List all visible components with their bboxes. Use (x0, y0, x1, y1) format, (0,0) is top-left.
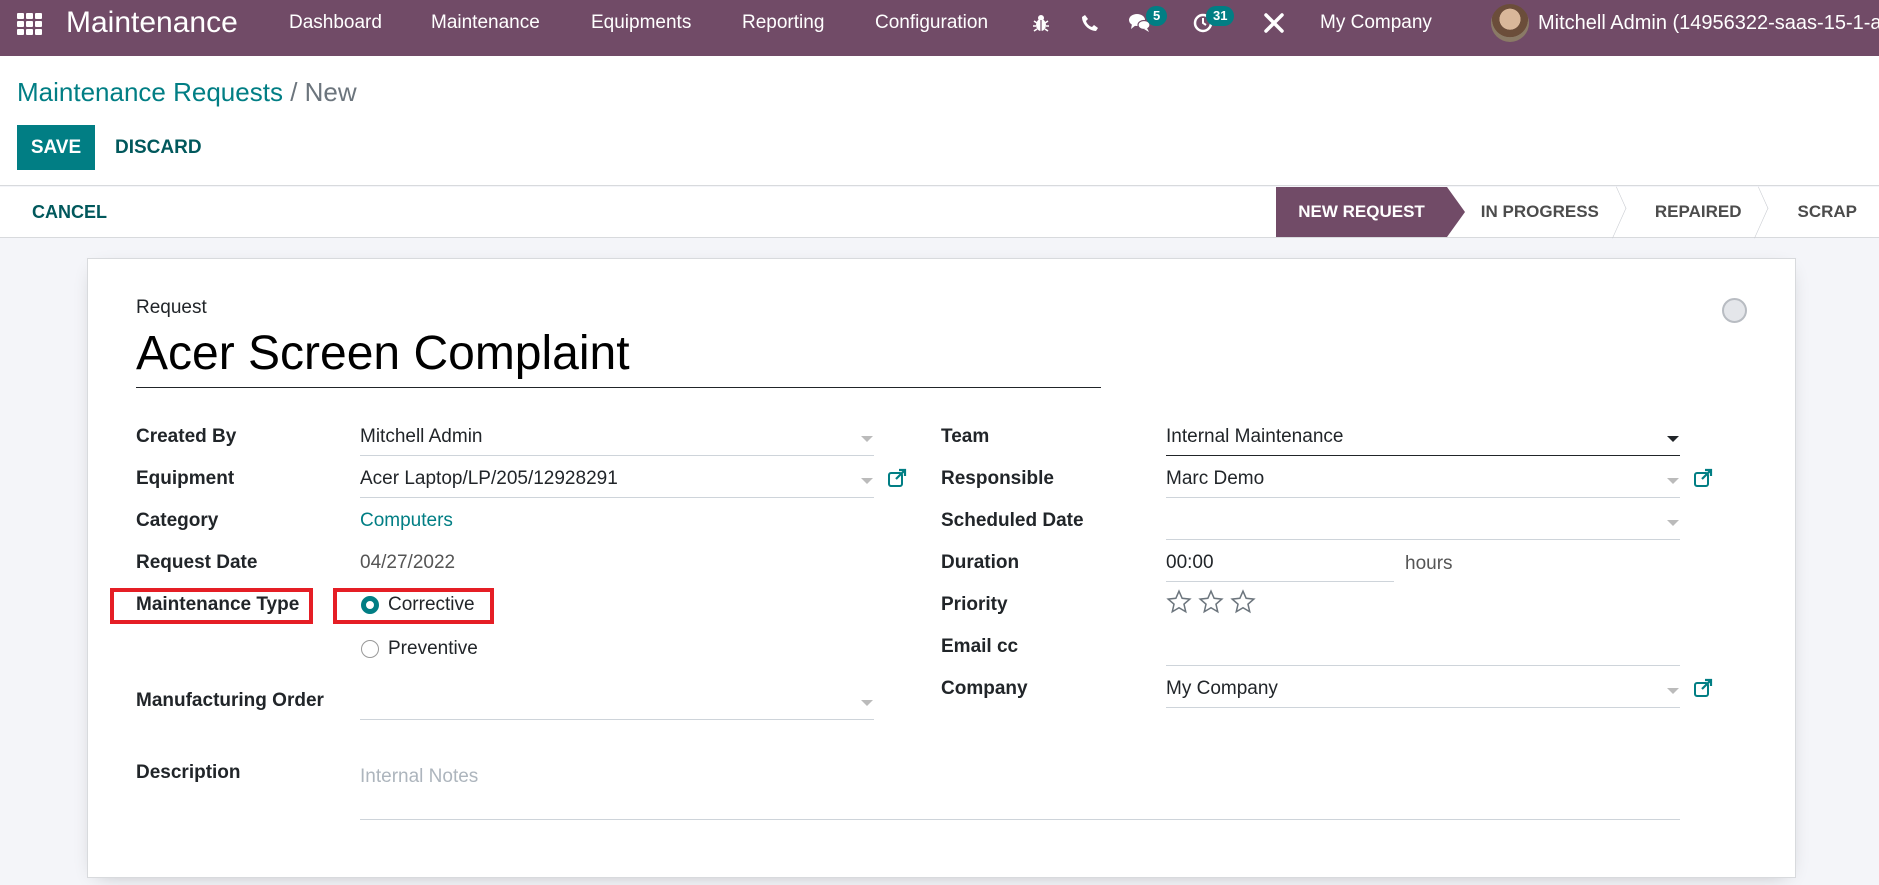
apps-menu-icon[interactable] (17, 13, 43, 35)
discard-button[interactable]: DISCARD (101, 125, 216, 170)
preventive-radio[interactable] (361, 640, 379, 658)
save-button[interactable]: SAVE (17, 125, 95, 170)
stage-in-progress[interactable]: IN PROGRESS (1447, 187, 1621, 237)
scheduled-date-dropdown-icon[interactable] (1667, 520, 1679, 526)
equipment-field[interactable]: Acer Laptop/LP/205/12928291 (360, 467, 618, 491)
breadcrumb: Maintenance Requests / New (17, 76, 357, 108)
control-panel: Maintenance Requests / New SAVE DISCARD (0, 56, 1879, 186)
menu-dashboard[interactable]: Dashboard (289, 11, 382, 35)
app-title[interactable]: Maintenance (66, 6, 238, 40)
menu-configuration[interactable]: Configuration (875, 11, 988, 35)
priority-star-icon[interactable] (1166, 589, 1192, 615)
team-underline (1166, 455, 1680, 456)
responsible-underline (1166, 497, 1680, 498)
phone-icon[interactable] (1077, 10, 1103, 36)
kanban-state-indicator[interactable] (1722, 298, 1747, 323)
created-by-underline (360, 455, 874, 456)
priority-label: Priority (941, 594, 1008, 615)
description-label: Description (136, 762, 241, 783)
responsible-label: Responsible (941, 468, 1054, 489)
company-label: Company (941, 678, 1028, 699)
corrective-option-label[interactable]: Corrective (388, 593, 475, 617)
top-navbar: Maintenance Dashboard Maintenance Equipm… (0, 0, 1879, 56)
maintenance-type-label: Maintenance Type (136, 594, 300, 615)
created-by-label: Created By (136, 426, 237, 447)
description-textarea[interactable]: Internal Notes (360, 765, 478, 789)
tools-icon[interactable] (1261, 10, 1287, 36)
menu-equipments[interactable]: Equipments (591, 11, 691, 35)
description-underline (360, 819, 1680, 820)
team-label: Team (941, 426, 990, 447)
equipment-underline (360, 497, 874, 498)
company-underline (1166, 707, 1680, 708)
category-label: Category (136, 510, 219, 531)
cancel-button[interactable]: CANCEL (18, 187, 121, 237)
preventive-option-label[interactable]: Preventive (388, 637, 478, 661)
breadcrumb-parent[interactable]: Maintenance Requests (17, 77, 283, 107)
request-label: Request (136, 297, 207, 318)
priority-star-icon[interactable] (1230, 589, 1256, 615)
created-by-dropdown-icon[interactable] (861, 436, 873, 442)
duration-underline (1166, 581, 1394, 582)
duration-unit: hours (1405, 553, 1453, 574)
team-dropdown-icon[interactable] (1667, 436, 1679, 442)
request-date-label: Request Date (136, 552, 258, 573)
scheduled-date-label: Scheduled Date (941, 510, 1084, 531)
manufacturing-order-label: Manufacturing Order (136, 690, 324, 711)
messages-badge: 5 (1146, 6, 1168, 26)
responsible-field[interactable]: Marc Demo (1166, 467, 1264, 491)
company-field[interactable]: My Company (1166, 677, 1278, 701)
scheduled-date-underline (1166, 539, 1680, 540)
stage-pipeline: NEW REQUEST IN PROGRESS REPAIRED SCRAP (1276, 187, 1879, 237)
user-avatar[interactable] (1491, 4, 1529, 42)
manufacturing-order-dropdown-icon[interactable] (861, 700, 873, 706)
user-menu[interactable]: Mitchell Admin (14956322-saas-15-1-al (1538, 11, 1879, 35)
responsible-external-link-icon[interactable] (1693, 468, 1713, 488)
duration-label: Duration (941, 552, 1020, 573)
email-cc-underline (1166, 665, 1680, 666)
menu-reporting[interactable]: Reporting (742, 11, 824, 35)
request-title-input[interactable]: Acer Screen Complaint (136, 325, 1101, 388)
stage-repaired[interactable]: REPAIRED (1621, 187, 1764, 237)
breadcrumb-separator: / (290, 77, 298, 107)
company-switcher[interactable]: My Company (1320, 11, 1432, 35)
request-date-value: 04/27/2022 (360, 552, 456, 573)
responsible-dropdown-icon[interactable] (1667, 478, 1679, 484)
breadcrumb-current: New (304, 77, 357, 107)
manufacturing-order-underline (360, 719, 874, 720)
corrective-radio[interactable] (361, 596, 379, 614)
priority-stars (1166, 589, 1266, 617)
stage-scrap[interactable]: SCRAP (1763, 187, 1879, 237)
priority-star-icon[interactable] (1198, 589, 1224, 615)
company-external-link-icon[interactable] (1693, 678, 1713, 698)
created-by-field[interactable]: Mitchell Admin (360, 425, 483, 449)
company-dropdown-icon[interactable] (1667, 688, 1679, 694)
activities-badge: 31 (1206, 6, 1235, 26)
email-cc-label: Email cc (941, 636, 1019, 657)
form-sheet: Request Acer Screen Complaint Created By… (87, 258, 1796, 878)
category-link[interactable]: Computers (360, 509, 453, 533)
equipment-dropdown-icon[interactable] (861, 478, 873, 484)
menu-maintenance[interactable]: Maintenance (431, 11, 540, 35)
team-field[interactable]: Internal Maintenance (1166, 425, 1343, 449)
status-bar: CANCEL NEW REQUEST IN PROGRESS REPAIRED … (0, 187, 1879, 238)
equipment-external-link-icon[interactable] (887, 468, 907, 488)
duration-field[interactable]: 00:00 (1166, 551, 1214, 575)
equipment-label: Equipment (136, 468, 235, 489)
bug-icon[interactable] (1028, 10, 1054, 36)
stage-new-request[interactable]: NEW REQUEST (1276, 187, 1465, 237)
